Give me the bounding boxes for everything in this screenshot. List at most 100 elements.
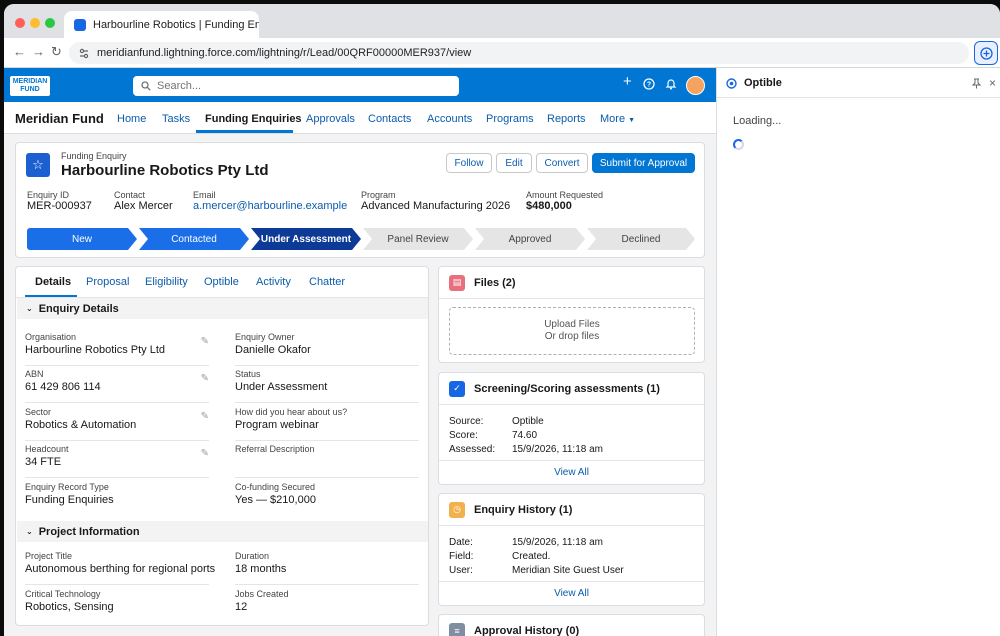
path-stage-contacted[interactable]: Contacted [139, 228, 249, 250]
section-title: Project Information [38, 525, 140, 538]
tab-eligibility[interactable]: Eligibility [145, 276, 188, 288]
nav-item-programs[interactable]: Programs [486, 113, 534, 125]
history-view-all-link[interactable]: View All [439, 581, 704, 605]
close-icon[interactable]: × [989, 76, 996, 90]
tab-proposal[interactable]: Proposal [86, 276, 129, 288]
field-abn: ABN 61 429 806 114 ✎ [25, 369, 209, 403]
record-object-label: Funding Enquiry [61, 151, 127, 161]
convert-button[interactable]: Convert [536, 153, 588, 173]
field-value: Autonomous berthing for regional ports [25, 563, 216, 575]
field-label: Referral Description [235, 444, 315, 454]
follow-button[interactable]: Follow [446, 153, 492, 173]
nav-item-funding-enquiries[interactable]: Funding Enquiries [205, 113, 302, 125]
section-project-information[interactable]: ⌄ Project Information [17, 521, 428, 542]
history-user-link[interactable]: Meridian Site Guest User [512, 565, 624, 576]
submit-for-approval-button[interactable]: Submit for Approval [592, 153, 695, 173]
program-label: Program [361, 190, 396, 200]
program-value: Advanced Manufacturing 2026 [361, 200, 511, 212]
field-duration: Duration 18 months [235, 551, 419, 585]
notifications-bell-icon[interactable] [665, 78, 677, 93]
app-name: Meridian Fund [15, 111, 104, 126]
global-actions-plus-icon[interactable]: + [623, 74, 632, 89]
field-label: Jobs Created [235, 589, 289, 599]
field-enquiry-owner: Enquiry Owner Danielle Okafor [235, 332, 419, 366]
enquiry-owner-link[interactable]: Danielle Okafor [235, 344, 311, 356]
edit-button[interactable]: Edit [496, 153, 532, 173]
forward-arrow-icon[interactable]: → [32, 45, 45, 59]
email-label: Email [193, 190, 216, 200]
optible-extension-button[interactable] [974, 41, 998, 65]
section-enquiry-details[interactable]: ⌄ Enquiry Details [17, 298, 428, 319]
files-title[interactable]: Files (2) [474, 277, 516, 289]
site-settings-icon[interactable] [79, 48, 89, 59]
close-window-button[interactable] [15, 18, 25, 28]
field-project-title: Project Title Autonomous berthing for reg… [25, 551, 215, 585]
field-value: Funding Enquiries [25, 494, 114, 506]
search-input[interactable] [157, 80, 437, 92]
field-label: Duration [235, 551, 270, 561]
field-label: Enquiry Owner [235, 332, 295, 342]
user-label: User: [449, 565, 473, 576]
enquiry-history-card: ◷ Enquiry History (1) Date: 15/9/2026, 1… [438, 493, 705, 606]
pencil-edit-icon[interactable]: ✎ [201, 373, 209, 384]
pin-icon[interactable] [972, 78, 981, 89]
nav-item-contacts[interactable]: Contacts [368, 113, 411, 125]
url-field[interactable]: meridianfund.lightning.force.com/lightni… [69, 42, 969, 64]
amount-requested-label: Amount Requested [526, 190, 604, 200]
file-dropzone[interactable]: Upload Files Or drop files [449, 307, 695, 355]
path-stage-new[interactable]: New [27, 228, 137, 250]
path-stage-approved[interactable]: Approved [475, 228, 585, 250]
field-referral-description: Referral Description [235, 444, 419, 478]
path-stage-panel-review[interactable]: Panel Review [363, 228, 473, 250]
nav-item-more[interactable]: More ▼ [600, 113, 635, 125]
field-value: 61 429 806 114 [25, 381, 101, 393]
svg-text:?: ? [647, 82, 651, 89]
global-header: MERIDIAN FUND + ? [4, 68, 716, 102]
field-label: Sector [25, 407, 52, 417]
help-icon[interactable]: ? [643, 78, 655, 93]
reload-icon[interactable]: ↻ [51, 45, 62, 59]
path-stage-under-assessment[interactable]: Under Assessment [251, 228, 361, 250]
files-card: ▤ Files (2) Upload Files Or drop files [438, 266, 705, 363]
section-title: Enquiry Details [38, 302, 119, 315]
enquiry-id-value: MER-000937 [27, 200, 92, 212]
email-link[interactable]: a.mercer@harbourline.example [193, 200, 347, 212]
approval-title[interactable]: Approval History (0) [474, 625, 579, 636]
tab-chatter[interactable]: Chatter [309, 276, 345, 288]
field-label: Status [235, 369, 261, 379]
user-avatar[interactable] [686, 76, 705, 95]
meridian-fund-logo[interactable]: MERIDIAN FUND [10, 76, 50, 96]
date-label: Date: [449, 537, 473, 548]
maximize-window-button[interactable] [45, 18, 55, 28]
tab-activity[interactable]: Activity [256, 276, 291, 288]
upload-files-label[interactable]: Upload Files [544, 319, 600, 331]
pencil-edit-icon[interactable]: ✎ [201, 448, 209, 459]
back-arrow-icon[interactable]: ← [13, 45, 26, 59]
record-title: Harbourline Robotics Pty Ltd [61, 162, 269, 179]
minimize-window-button[interactable] [30, 18, 40, 28]
field-status: Status Under Assessment [235, 369, 419, 403]
path-stage-declined[interactable]: Declined [587, 228, 695, 250]
tab-details[interactable]: Details [35, 276, 71, 288]
file-icon: ▤ [449, 274, 465, 291]
screening-title[interactable]: Screening/Scoring assessments (1) [474, 383, 660, 395]
field-value: Harbourline Robotics Pty Ltd [25, 344, 166, 356]
nav-item-accounts[interactable]: Accounts [427, 113, 472, 125]
nav-item-reports[interactable]: Reports [547, 113, 586, 125]
pencil-edit-icon[interactable]: ✎ [201, 411, 209, 422]
nav-item-home[interactable]: Home [117, 113, 146, 125]
screening-view-all-link[interactable]: View All [439, 460, 704, 484]
nav-item-tasks[interactable]: Tasks [162, 113, 190, 125]
field-value: Robotics & Automation [25, 419, 137, 431]
nav-more-label: More [600, 113, 626, 125]
field-how-heard: How did you hear about us? Program webina… [235, 407, 419, 441]
browser-tab[interactable]: Harbourline Robotics | Funding En... [64, 11, 259, 38]
global-search[interactable] [133, 76, 459, 96]
pencil-edit-icon[interactable]: ✎ [201, 336, 209, 347]
score-value: 74.60 [512, 430, 538, 441]
field-value: Robotics, Sensing [25, 601, 114, 613]
nav-item-approvals[interactable]: Approvals [306, 113, 355, 125]
history-title[interactable]: Enquiry History (1) [474, 504, 572, 516]
chevron-down-icon: ⌄ [26, 304, 33, 313]
tab-optible[interactable]: Optible [204, 276, 239, 288]
